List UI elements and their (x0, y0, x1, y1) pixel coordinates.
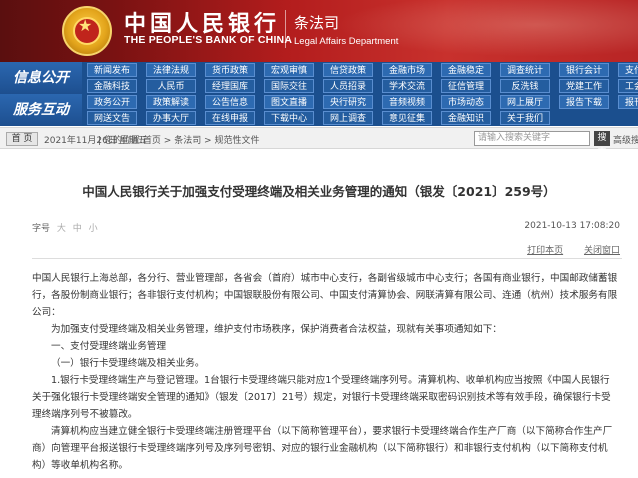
breadcrumb-bar: 首 页 2021年11月26日 星期五 | 您的位置:首页 > 条法司 > 规范… (0, 127, 638, 158)
print-link[interactable]: 打印本页 (527, 246, 563, 256)
nav-link[interactable]: 公告信息 (205, 95, 255, 109)
nav-link[interactable]: 反洗钱 (500, 79, 550, 93)
search-button[interactable]: 搜索 (594, 131, 610, 158)
nav-link[interactable]: 支付体系 (618, 63, 638, 77)
nav-link[interactable]: 央行研究 (323, 95, 373, 109)
nav-link[interactable]: 网上调查 (323, 111, 373, 125)
nav-link[interactable]: 国际交往 (264, 79, 314, 93)
nav-link[interactable]: 在线申报 (205, 111, 255, 125)
nav-link[interactable]: 报告下载 (559, 95, 609, 109)
nav-link[interactable]: 人民币 (146, 79, 196, 93)
nav-section-info-label: 信息公开 (0, 62, 82, 94)
subsection-heading: （一）银行卡受理终端及相关业务。 (51, 358, 205, 369)
article-actions: 打印本页 关闭窗口 (509, 243, 620, 256)
paragraph: 清算机构应当建立健全银行卡受理终端注册管理平台（以下简称管理平台），要求银行卡受… (32, 426, 613, 471)
nav-link[interactable]: 办事大厅 (146, 111, 196, 125)
nav-link[interactable]: 金融科技 (87, 79, 137, 93)
close-window-link[interactable]: 关闭窗口 (584, 246, 620, 256)
nav-link[interactable]: 学术交流 (382, 79, 432, 93)
bank-name-en: THE PEOPLE'S BANK OF CHINA (124, 34, 293, 46)
article-title: 中国人民银行关于加强支付受理终端及相关业务管理的通知（银发〔2021〕259号） (82, 184, 556, 199)
nav-link[interactable]: 报刊年鉴 (618, 95, 638, 109)
nav-link[interactable]: 货币政策 (205, 63, 255, 77)
nav-link[interactable]: 金融稳定 (441, 63, 491, 77)
nav-link[interactable]: 意见征集 (382, 111, 432, 125)
nav-link[interactable]: 政策解读 (146, 95, 196, 109)
nav-link[interactable]: 宏观审慎 (264, 63, 314, 77)
nav-link[interactable]: 工会工作 (618, 79, 638, 93)
nav-link[interactable]: 政务公开 (87, 95, 137, 109)
header-divider (285, 10, 286, 48)
font-large-button[interactable]: 大 (57, 224, 66, 234)
main-navigation: 信息公开 服务互动 新闻发布 法律法规 货币政策 宏观审慎 信贷政策 金融市场 金融稳定 调查… (0, 62, 638, 126)
font-size-control: 字号 大 中 小 (32, 221, 98, 234)
font-medium-button[interactable]: 中 (73, 224, 82, 234)
nav-link[interactable]: 新闻发布 (87, 63, 137, 77)
pboc-emblem-icon: ★ (62, 6, 112, 56)
paragraph: 1.银行卡受理终端生产与登记管理。1台银行卡受理终端只能对应1个受理终端序列号。… (32, 375, 611, 420)
nav-link[interactable]: 下载中心 (264, 111, 314, 125)
publish-date: 2021-10-13 17:08:20 (524, 221, 620, 231)
nav-row-3: 政务公开政策解读公告信息图文直播央行研究音频视频市场动态网上展厅报告下载报刊年鉴 (82, 94, 638, 110)
nav-link[interactable]: 人员招录 (323, 79, 373, 93)
font-small-button[interactable]: 小 (89, 224, 98, 234)
nav-link[interactable]: 市场动态 (441, 95, 491, 109)
banner-background (300, 0, 638, 62)
star-icon: ★ (78, 16, 93, 35)
article-body: 中国人民银行上海总部，各分行、营业管理部，各省会（首府）城市中心支行，各副省级城… (32, 270, 618, 474)
advanced-search-link[interactable]: 高级搜索 (613, 133, 638, 146)
nav-link[interactable]: 金融知识 (441, 111, 491, 125)
nav-row-1: 新闻发布法律法规货币政策宏观审慎信贷政策金融市场金融稳定调查统计银行会计支付体系 (82, 62, 638, 78)
breadcrumb[interactable]: | 您的位置:首页 > 条法司 > 规范性文件 (98, 133, 259, 146)
nav-link[interactable]: 关于我们 (500, 111, 550, 125)
nav-link[interactable]: 音频视频 (382, 95, 432, 109)
dept-name-cn: 条法司 (294, 14, 340, 32)
nav-link[interactable]: 法律法规 (146, 63, 196, 77)
nav-link[interactable]: 金融市场 (382, 63, 432, 77)
font-size-label: 字号 (32, 224, 51, 234)
nav-link[interactable]: 网上展厅 (500, 95, 550, 109)
paragraph: 中国人民银行上海总部，各分行、营业管理部，各省会（首府）城市中心支行，各副省级城… (32, 273, 618, 318)
nav-link[interactable]: 信贷政策 (323, 63, 373, 77)
paragraph: 为加强支付受理终端及相关业务管理，维护支付市场秩序，保护消费者合法权益，现就有关… (51, 324, 502, 335)
nav-link[interactable]: 调查统计 (500, 63, 550, 77)
home-button[interactable]: 首 页 (6, 132, 38, 146)
dept-name-en: Legal Affairs Department (294, 36, 399, 47)
divider (32, 258, 622, 259)
site-banner: ★ 中国人民银行 THE PEOPLE'S BANK OF CHINA 条法司 … (0, 0, 638, 62)
nav-link[interactable]: 网送文告 (87, 111, 137, 125)
nav-link[interactable]: 银行会计 (559, 63, 609, 77)
nav-row-4: 网送文告 办事大厅 在线申报 下载中心 网上调查 意见征集 金融知识 关于我们 (82, 110, 638, 126)
nav-section-service-label: 服务互动 (0, 94, 82, 126)
nav-row-2: 金融科技人民币经理国库国际交往人员招录学术交流征信管理反洗钱党建工作工会工作 (82, 78, 638, 94)
nav-link[interactable]: 图文直播 (264, 95, 314, 109)
nav-link[interactable]: 党建工作 (559, 79, 609, 93)
nav-link[interactable]: 征信管理 (441, 79, 491, 93)
search-input[interactable]: 请输入搜索关键字 (474, 131, 590, 146)
section-heading: 一、支付受理终端业务管理 (51, 341, 167, 352)
nav-link[interactable]: 经理国库 (205, 79, 255, 93)
